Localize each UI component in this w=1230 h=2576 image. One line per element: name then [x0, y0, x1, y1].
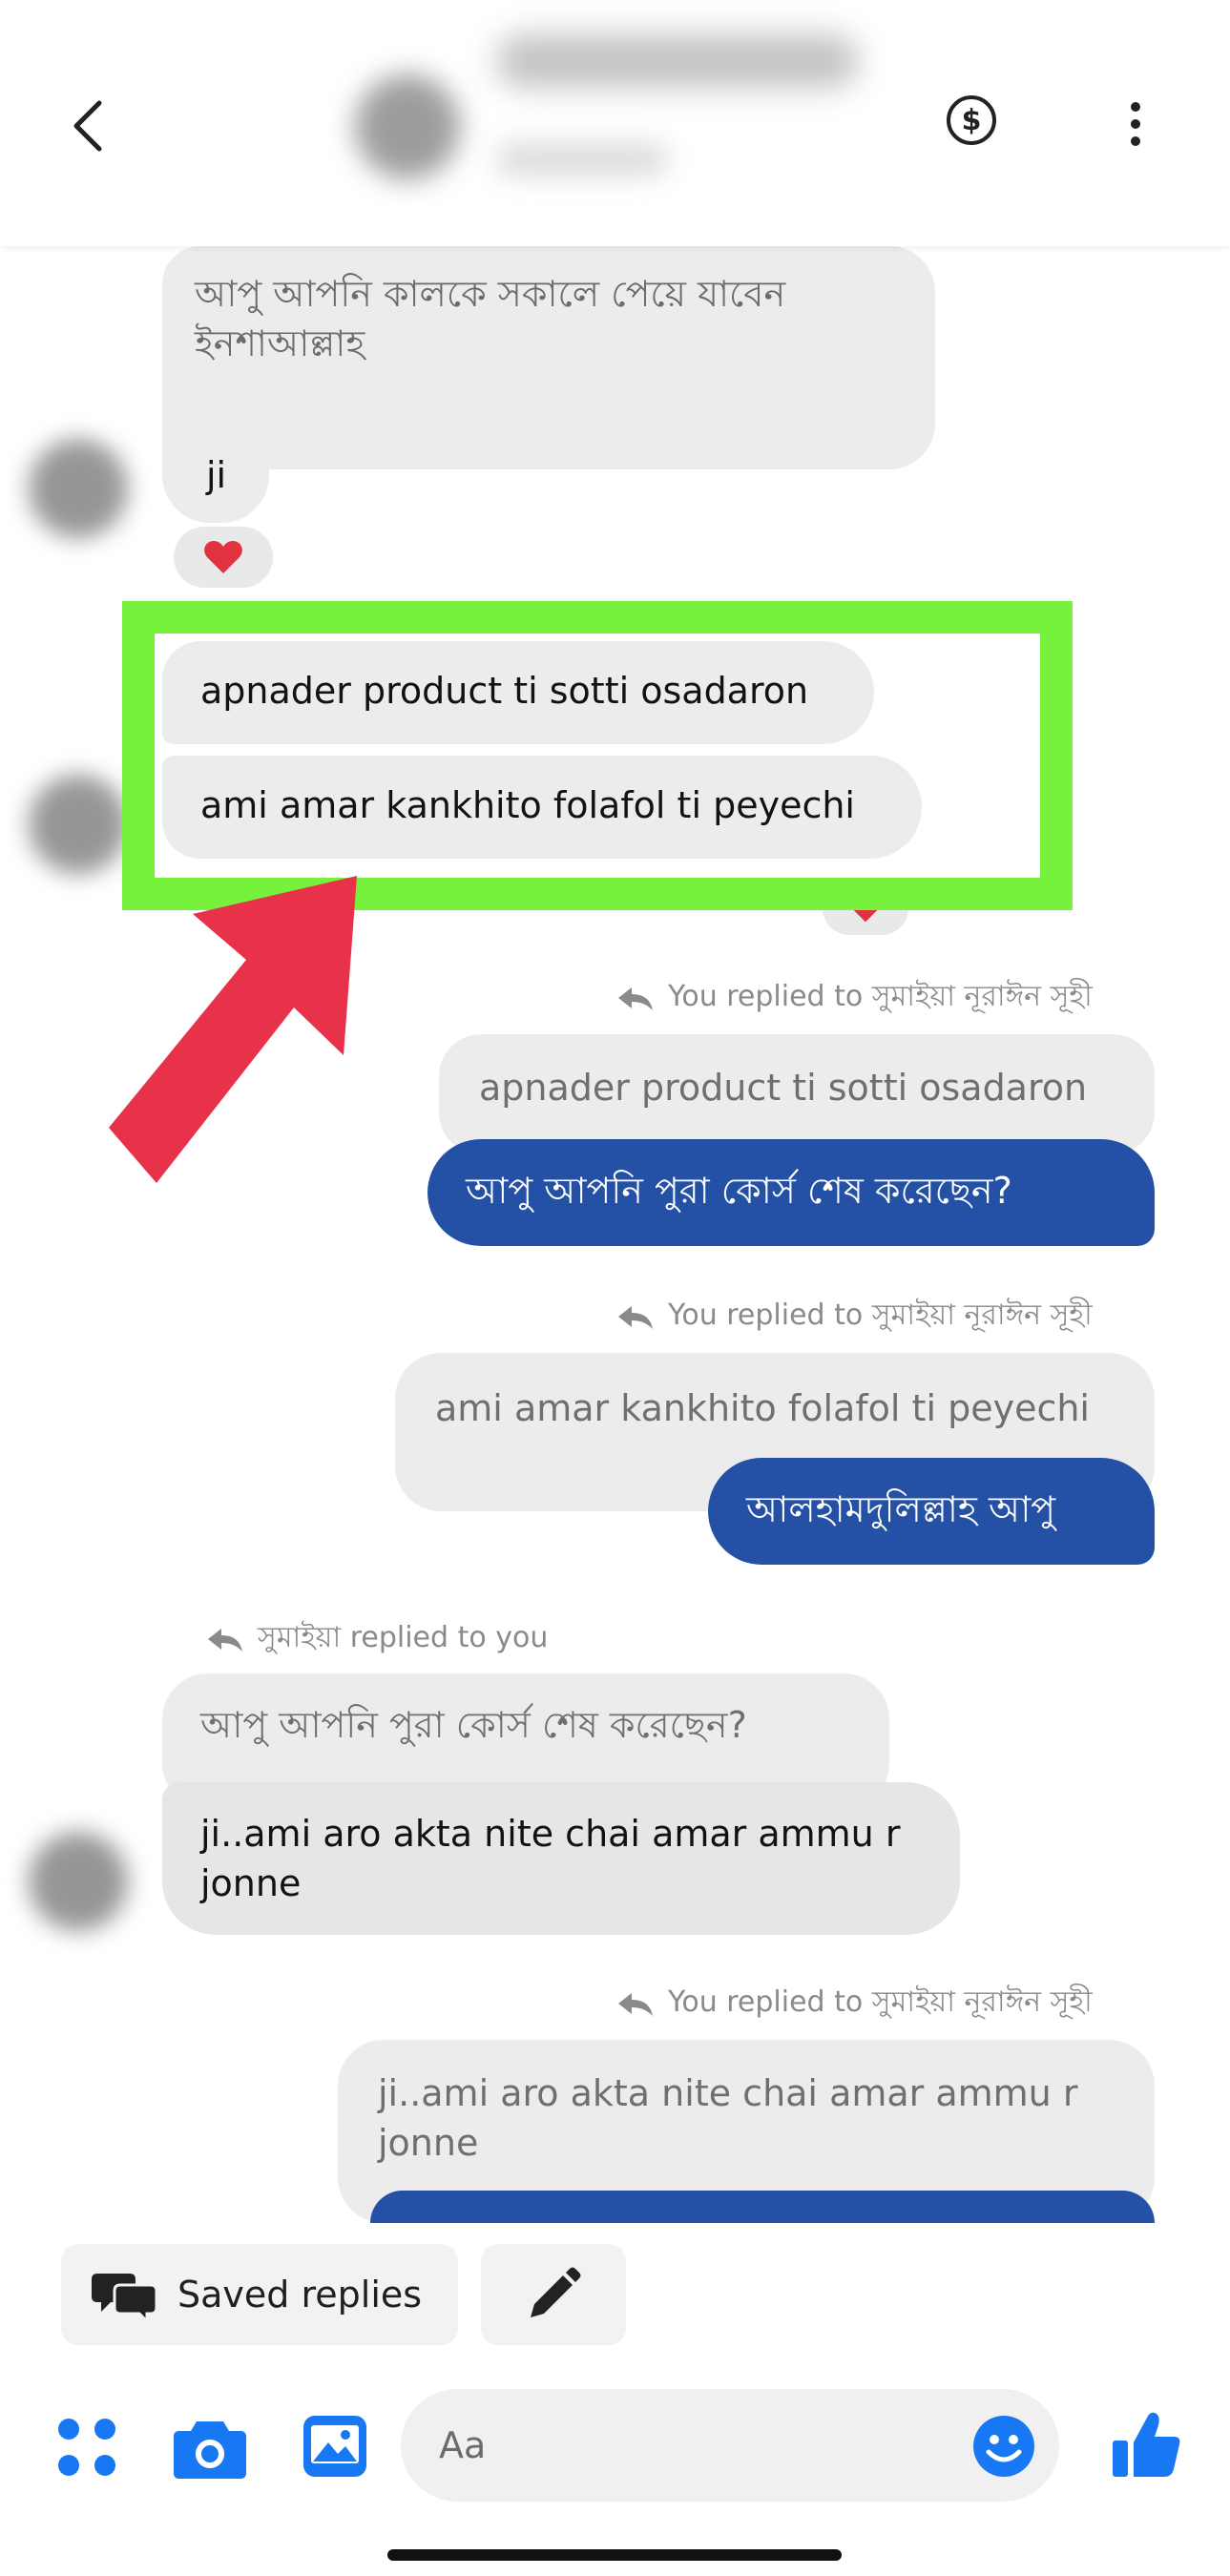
message-composer: Aa	[0, 2366, 1230, 2528]
saved-replies-label: Saved replies	[177, 2274, 423, 2316]
reply-arrow-icon	[208, 1628, 242, 1652]
reply-indicator: You replied to সুমাইয়া নূরাঈন সূহী	[616, 1292, 1093, 1340]
camera-icon[interactable]	[174, 2418, 246, 2479]
message-input[interactable]: Aa	[401, 2389, 1059, 2502]
incoming-message[interactable]: ji	[162, 427, 269, 523]
contact-avatar[interactable]	[355, 74, 460, 179]
contact-name[interactable]	[496, 34, 859, 88]
quick-replies-bar: Saved replies	[0, 2223, 1230, 2347]
more-options-button[interactable]	[1116, 95, 1155, 153]
incoming-message[interactable]: ji..ami aro akta nite chai amar ammu r j…	[162, 1782, 960, 1935]
reply-indicator-text: You replied to সুমাইয়া নূরাঈন সূহী	[668, 1985, 1093, 2019]
home-indicator	[387, 2549, 842, 2561]
gallery-icon[interactable]	[302, 2414, 368, 2479]
thumbs-up-icon[interactable]	[1111, 2408, 1183, 2481]
back-button[interactable]	[61, 90, 118, 162]
incoming-message[interactable]: আপু আপনি কালকে সকালে পেয়ে যাবেন ইনশাআল্…	[162, 246, 935, 469]
chevron-left-icon	[73, 100, 102, 152]
heart-icon	[204, 541, 242, 573]
sender-avatar	[29, 775, 128, 874]
reply-arrow-icon	[618, 1992, 653, 2016]
red-arrow-icon	[109, 876, 357, 1183]
highlight-frame	[122, 601, 1073, 910]
payment-button[interactable]: $	[945, 93, 998, 147]
reply-arrow-icon	[618, 1305, 653, 1329]
reply-indicator-text: You replied to সুমাইয়া নূরাঈন সূহী	[668, 1298, 1093, 1332]
quoted-message[interactable]: apnader product ti sotti osadaron	[439, 1034, 1155, 1154]
outgoing-message-partial[interactable]	[370, 2191, 1155, 2223]
reaction-badge[interactable]	[174, 527, 273, 588]
reply-indicator: You replied to সুমাইয়া নূরাঈন সূহী	[616, 973, 1093, 1022]
chat-bubbles-icon	[92, 2274, 158, 2321]
reply-indicator-text: You replied to সুমাইয়া নূরাঈন সূহী	[668, 980, 1093, 1013]
reply-indicator-text: সুমাইয়া replied to you	[258, 1621, 549, 1654]
edit-button[interactable]	[481, 2244, 626, 2345]
outgoing-message[interactable]: আপু আপনি পুরা কোর্স শেষ করেছেন?	[427, 1139, 1155, 1246]
chat-header: $	[0, 0, 1230, 246]
vertical-dots-icon	[1131, 102, 1140, 146]
pencil-icon	[531, 2267, 581, 2317]
reply-indicator: You replied to সুমাইয়া নূরাঈন সূহী	[616, 1979, 1093, 2027]
reply-indicator: সুমাইয়া replied to you	[206, 1614, 548, 1663]
apps-grid-icon[interactable]	[57, 2418, 116, 2477]
outgoing-message[interactable]: আলহামদুলিল্লাহ আপু	[708, 1458, 1155, 1565]
sender-avatar	[29, 439, 128, 538]
svg-text:$: $	[962, 104, 982, 137]
sender-avatar	[29, 1832, 128, 1931]
contact-status	[496, 143, 668, 176]
message-input-placeholder: Aa	[439, 2424, 487, 2466]
emoji-icon[interactable]	[971, 2414, 1036, 2479]
dollar-circle-icon: $	[947, 95, 996, 145]
reply-arrow-icon	[618, 987, 653, 1010]
saved-replies-button[interactable]: Saved replies	[61, 2244, 458, 2345]
